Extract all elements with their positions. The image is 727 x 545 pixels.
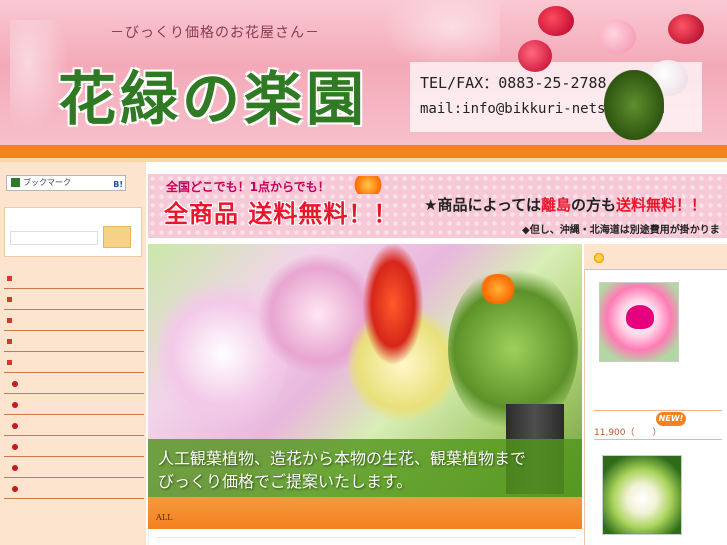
flower-icon [348,176,388,194]
subcategory-item[interactable] [4,436,144,457]
site-logo[interactable]: 花緑の楽園 [58,52,368,136]
rose-bouquet-image [508,0,727,145]
header-decoration [380,0,500,70]
section-header-fill [148,497,582,527]
right-column-header [584,244,727,270]
bookmark-icon [11,178,20,187]
category-item[interactable] [4,352,144,373]
site-header: －びっくり価格のお花屋さん－ 花緑の楽園 TEL/FAX：0883-25-278… [0,0,727,145]
flower-icon [593,252,605,264]
category-item[interactable] [4,268,144,289]
new-badge: NEW! [656,412,686,426]
banner-disclaimer: ◆但し、沖縄・北海道は別途費用が掛かります。 [522,225,720,236]
bird-of-paradise-bloom [478,274,518,304]
hero-caption-line2: びっくり価格でご提案いたします。 [158,472,413,491]
round-bullet-icon [12,465,18,471]
banner-main-text: 全商品 送料無料！！ [164,200,399,228]
free-shipping-banner[interactable]: 全国どこでも！1点からでも！ 全商品 送料無料！！ ★商品によっては離島の方も送… [148,174,727,238]
product-price: 11,900（ ） [594,428,662,438]
rose-flower [518,40,552,72]
round-bullet-icon [12,486,18,492]
round-bullet-icon [12,423,18,429]
hero-image: 人工観葉植物、造花から本物の生花、観葉植物まで びっくり価格でご提案いたします。 [148,244,582,497]
top-nav-bar [0,145,727,162]
square-bullet-icon [7,339,12,344]
banner-note: ★商品によっては離島の方も送料無料！！ [424,196,706,214]
bookmark-label: ブックマーク [23,178,71,187]
leaf-decoration [604,70,664,140]
rose-flower [598,20,636,54]
round-bullet-icon [12,444,18,450]
round-bullet-icon [12,381,18,387]
subcategory-item[interactable] [4,478,144,499]
search-button[interactable] [103,226,131,248]
divider [157,537,575,538]
round-bullet-icon [12,402,18,408]
banner-top-text: 全国どこでも！1点からでも！ [166,180,330,194]
product-thumbnail[interactable] [599,282,679,362]
subcategory-item[interactable] [4,415,144,436]
heliconia-flower [363,244,423,364]
divider [594,410,722,411]
category-item[interactable] [4,310,144,331]
subcategory-item[interactable] [4,394,144,415]
bookmark-widget[interactable]: ブックマーク B! [6,175,126,191]
product-thumbnail[interactable] [602,455,682,535]
rose-flower [538,6,574,36]
square-bullet-icon [7,276,12,281]
square-bullet-icon [7,360,12,365]
category-list [4,268,144,499]
category-item[interactable] [4,331,144,352]
site-tagline: －びっくり価格のお花屋さん－ [110,25,320,41]
search-box [4,207,142,257]
section-header-bar [148,497,582,529]
search-input[interactable] [10,231,98,245]
square-bullet-icon [7,297,12,302]
heart-arrangement [626,305,654,329]
main-content [148,529,582,545]
subcategory-item[interactable] [4,457,144,478]
category-item[interactable] [4,289,144,310]
square-bullet-icon [7,318,12,323]
divider [594,439,722,440]
bookmark-service-buttons[interactable]: B! [113,178,123,192]
section-label: ALL [156,513,173,522]
hero-caption-line1: 人工観葉植物、造花から本物の生花、観葉植物まで [158,449,527,468]
subcategory-item[interactable] [4,373,144,394]
rose-flower [668,14,704,44]
